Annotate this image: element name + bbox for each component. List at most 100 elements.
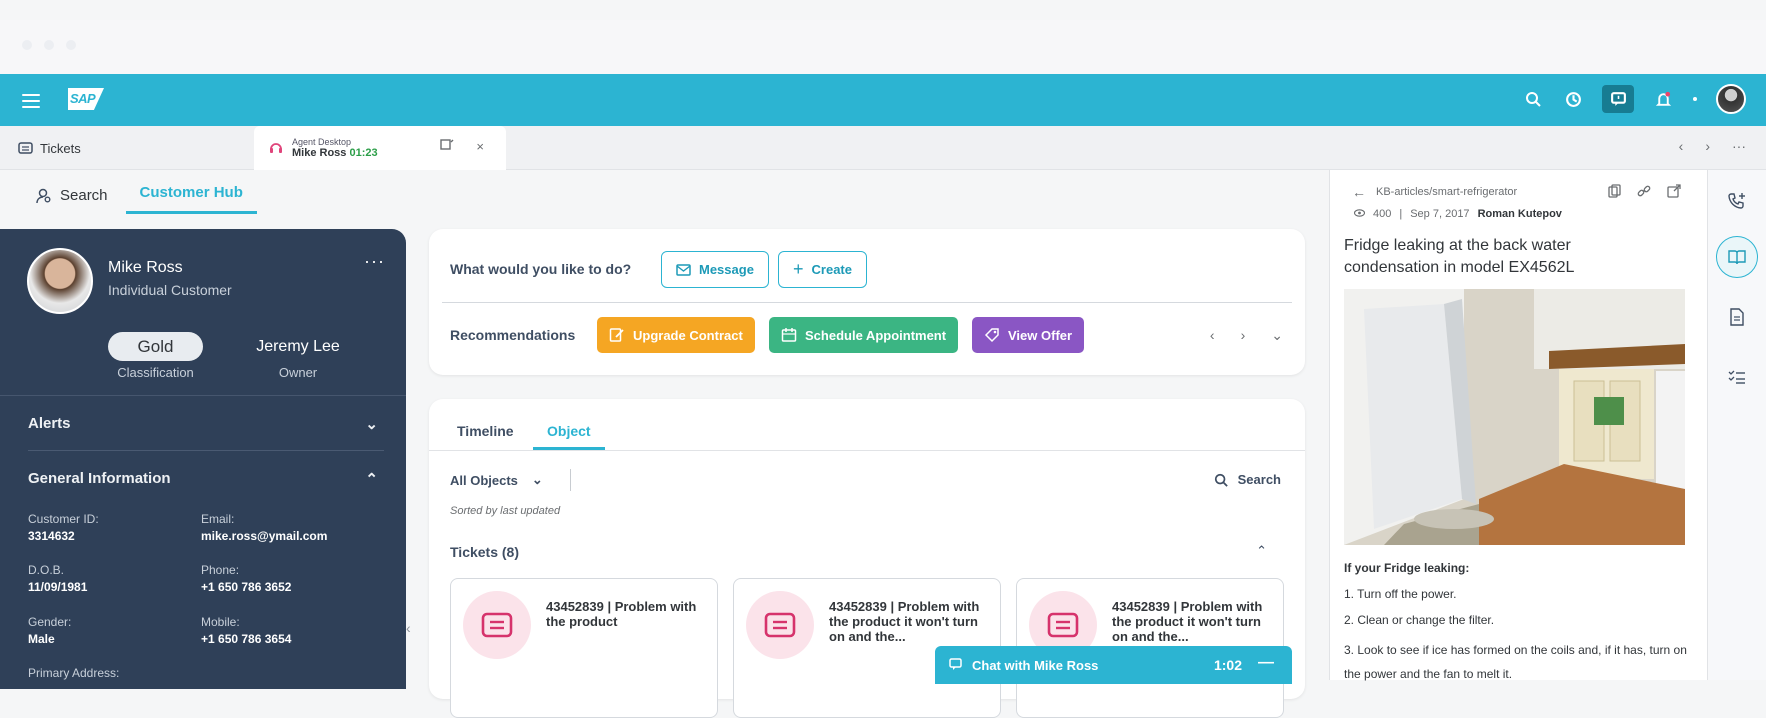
classification-label: Classification [117,365,194,380]
user-search-icon [36,188,51,203]
email-label: Email: [201,512,235,526]
close-tab-icon[interactable]: × [476,139,484,156]
gender-value: Male [28,632,55,646]
view-offer-button[interactable]: View Offer [972,317,1085,353]
knowledge-base-icon[interactable] [1726,246,1748,268]
chat-minimize-button[interactable]: — [1258,654,1274,672]
divider [442,302,1292,303]
add-call-icon[interactable] [1726,190,1748,212]
back-arrow-icon[interactable]: ← [1352,184,1366,200]
tab-tickets[interactable]: Tickets [0,126,252,170]
kb-step: 3. Look to see if ice has formed on the … [1344,643,1687,681]
subnav-search-label: Search [60,187,108,204]
email-value[interactable]: mike.ross@ymail.com [201,529,327,543]
history-icon[interactable] [1562,88,1584,110]
menu-icon[interactable] [22,94,40,108]
mute-icon[interactable] [440,139,454,156]
collapse-panel-icon[interactable]: ‹ [406,620,411,636]
alerts-label: Alerts [28,415,71,432]
plus-icon: + [793,259,804,279]
kb-title: Fridge leaking at the back water condens… [1344,237,1575,276]
link-icon[interactable] [1637,184,1651,201]
phone-value[interactable]: +1 650 786 3652 [201,580,291,594]
tab-object[interactable]: Object [533,423,605,450]
message-button[interactable]: Message [661,251,769,288]
search-icon [1214,473,1228,487]
kb-author: Roman Kutepov [1477,208,1562,220]
upgrade-label: Upgrade Contract [633,327,743,343]
create-button[interactable]: + Create [778,251,867,288]
tab-agent-name: Mike Ross [292,147,347,159]
chevron-up-icon: ⌃ [365,471,378,488]
search-icon[interactable] [1522,88,1544,110]
ticket-icon [18,142,33,154]
tab-next-icon[interactable]: › [1705,138,1710,154]
kb-step: 2. Clean or change the filter. [1344,613,1495,627]
customer-type: Individual Customer [108,282,232,298]
chat-icon[interactable] [1602,85,1634,113]
status-dot-icon [1692,88,1698,110]
mobile-value[interactable]: +1 650 786 3654 [201,632,291,646]
customer-id-value: 3314632 [28,529,75,543]
object-search-button[interactable]: Search [1214,472,1281,487]
notification-bell-icon[interactable] [1652,88,1674,110]
chat-bubble-icon [949,658,962,670]
meta-separator: | [1399,208,1403,220]
tab-agent-desktop[interactable]: Agent Desktop Mike Ross 01:23 × [254,126,506,170]
open-external-icon[interactable] [1667,184,1681,201]
tab-tickets-label: Tickets [40,140,81,156]
tab-agent-timer: 01:23 [349,147,378,159]
calendar-icon [781,328,797,342]
headset-icon [270,143,282,153]
ticket-title: 43452839 | Problem with the product it w… [829,599,980,644]
kb-path[interactable]: KB-articles/smart-refrigerator [1376,186,1517,198]
tab-agent-caption: Agent Desktop [292,137,352,147]
chat-timer: 1:02 [1213,657,1242,673]
kb-views: 400 [1373,208,1392,220]
recommendations-prev-icon[interactable]: ‹ [1210,327,1215,344]
ticket-title: 43452839 | Problem with the product it w… [1112,599,1263,644]
tab-overflow-icon[interactable]: ··· [1732,138,1746,154]
tab-prev-icon[interactable]: ‹ [1679,138,1684,154]
recommendations-expand-icon[interactable]: ⌄ [1271,327,1283,344]
document-icon[interactable] [1726,306,1748,328]
object-filter-select[interactable]: All Objects ⌄ [450,472,543,488]
tab-bar: Tickets Agent Desktop Mike Ross 01:23 × … [0,126,1766,170]
ticket-icon [746,591,814,659]
classification-badge: Gold [108,332,203,361]
gender-label: Gender: [28,615,72,629]
owner-label: Owner [278,365,318,380]
more-options-icon[interactable]: ··· [364,251,385,272]
task-list-icon[interactable] [1726,366,1748,388]
chat-bar[interactable]: Chat with Mike Ross 1:02 — [935,646,1292,684]
divider [570,469,571,491]
user-avatar[interactable] [1716,84,1746,114]
ticket-card[interactable]: 43452839 | Problem with the product [450,578,718,718]
upgrade-contract-button[interactable]: Upgrade Contract [597,317,755,353]
subnav-search[interactable]: Search [36,187,108,214]
divider [429,450,1305,451]
schedule-label: Schedule Appointment [805,327,947,343]
chevron-up-icon[interactable]: ⌃ [1256,543,1267,559]
kb-step: 1. Turn off the power. [1344,587,1457,601]
recommendations-label: Recommendations [450,327,576,343]
kb-article-image [1344,289,1685,545]
copy-icon[interactable] [1608,184,1621,201]
recommendations-next-icon[interactable]: › [1241,327,1246,344]
sort-caption: Sorted by last updated [450,505,561,517]
ticket-title: 43452839 | Problem with the product [546,599,697,629]
general-info-section-header[interactable]: General Information ⌃ [28,470,378,488]
schedule-appointment-button[interactable]: Schedule Appointment [769,317,959,353]
phone-label: Phone: [201,563,240,577]
alerts-section-header[interactable]: Alerts ⌄ [28,415,378,433]
chevron-down-icon: ⌄ [365,416,378,433]
owner-value: Jeremy Lee [256,338,340,355]
divider [0,395,406,396]
address-label: Primary Address: [28,666,120,680]
customer-name: Mike Ross [108,259,183,276]
dob-label: D.O.B. [28,563,65,577]
tab-timeline[interactable]: Timeline [457,423,514,447]
object-filter-label: All Objects [450,472,518,488]
subnav-customer-hub[interactable]: Customer Hub [125,184,257,214]
offer-label: View Offer [1008,327,1073,343]
